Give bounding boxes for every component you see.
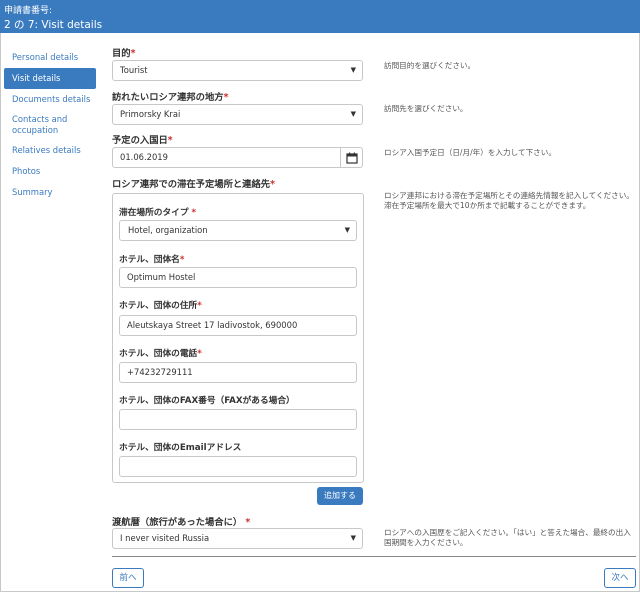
travel-history-label: 渡航暦（旅行があった場合に） * [112, 517, 251, 528]
hotel-name-input[interactable]: Optimum Hostel [119, 267, 357, 288]
hotel-fax-input[interactable] [119, 409, 357, 430]
region-help: 訪問先を選びください。 [384, 104, 468, 113]
hotel-address-input[interactable]: Aleutskaya Street 17 ladivostok, 690000 [119, 315, 357, 336]
entry-date-label: 予定の入国日* [112, 135, 173, 146]
place-type-select[interactable]: Hotel, organization ▼ [119, 220, 357, 241]
required-marker: * [179, 255, 185, 265]
hotel-email-input[interactable] [119, 456, 357, 477]
calendar-icon [346, 152, 358, 164]
sidebar-item-personal-details[interactable]: Personal details [4, 47, 96, 68]
footer-divider [112, 556, 636, 557]
sidebar-item-relatives-details[interactable]: Relatives details [4, 140, 96, 161]
sidebar-item-contacts-occupation[interactable]: Contacts and occupation [4, 110, 74, 140]
required-marker: * [130, 48, 136, 59]
page-header: 申請書番号: 2 の 7: Visit details [0, 0, 640, 33]
hotel-phone-input[interactable]: +74232729111 [119, 362, 357, 383]
prev-button[interactable]: 前へ [112, 568, 144, 588]
entry-date-value: 01.06.2019 [120, 152, 168, 162]
add-place-button[interactable]: 追加する [317, 487, 363, 505]
required-marker: * [270, 179, 275, 190]
hotel-phone-label: ホテル、団体の電話* [119, 349, 202, 359]
entry-date-input[interactable]: 01.06.2019 [112, 147, 341, 168]
place-type-value: Hotel, organization [128, 225, 208, 235]
sidebar-item-visit-details[interactable]: Visit details [4, 68, 96, 89]
required-marker: * [245, 517, 251, 528]
purpose-label: 目的* [112, 48, 136, 59]
chevron-down-icon: ▼ [350, 66, 356, 74]
travel-history-value: I never visited Russia [120, 533, 210, 543]
sidebar-nav: Personal details Visit details Documents… [4, 47, 96, 203]
entry-date-help: ロシア入国予定日（日/月/年）を入力して下さい。 [384, 148, 556, 157]
hotel-email-label: ホテル、団体のEmailアドレス [119, 443, 242, 453]
hotel-phone-value: +74232729111 [127, 367, 193, 377]
region-select[interactable]: Primorsky Krai ▼ [112, 104, 363, 125]
place-type-label: 滞在場所のタイプ * [119, 208, 197, 218]
required-marker: * [197, 301, 202, 311]
chevron-down-icon: ▼ [344, 226, 350, 234]
chevron-down-icon: ▼ [350, 110, 356, 118]
next-button[interactable]: 次へ [604, 568, 636, 588]
application-number-label: 申請書番号: [4, 6, 53, 16]
step-title: 2 の 7: Visit details [4, 19, 103, 31]
travel-history-help: ロシアへの入国歴をご記入ください。「はい」と答えた場合、最終の出入国期間を入力く… [384, 528, 631, 547]
hotel-fax-label: ホテル、団体のFAX番号（FAXがある場合） [119, 396, 295, 406]
sidebar-item-photos[interactable]: Photos [4, 161, 96, 182]
purpose-select[interactable]: Tourist ▼ [112, 60, 363, 81]
stay-help: ロシア連邦における滞在予定場所とその連絡先情報を記入してください。滞在予定場所を… [384, 191, 634, 210]
chevron-down-icon: ▼ [350, 534, 356, 542]
required-marker: * [191, 208, 197, 218]
required-marker: * [223, 92, 229, 103]
hotel-address-value: Aleutskaya Street 17 ladivostok, 690000 [127, 320, 298, 330]
region-label: 訪れたいロシア連邦の地方* [112, 92, 229, 103]
hotel-name-label: ホテル、団体名* [119, 255, 185, 265]
hotel-address-label: ホテル、団体の住所* [119, 301, 202, 311]
region-select-value: Primorsky Krai [120, 109, 181, 119]
calendar-button[interactable] [341, 147, 363, 168]
travel-history-select[interactable]: I never visited Russia ▼ [112, 528, 363, 549]
required-marker: * [167, 135, 173, 146]
stay-section-label: ロシア連邦での滞在予定場所と連絡先* [112, 179, 275, 190]
hotel-name-value: Optimum Hostel [127, 272, 196, 282]
sidebar-item-documents-details[interactable]: Documents details [4, 89, 96, 110]
purpose-help: 訪問目的を選びください。 [384, 61, 476, 70]
purpose-select-value: Tourist [120, 65, 148, 75]
sidebar-item-summary[interactable]: Summary [4, 182, 96, 203]
required-marker: * [197, 349, 202, 359]
